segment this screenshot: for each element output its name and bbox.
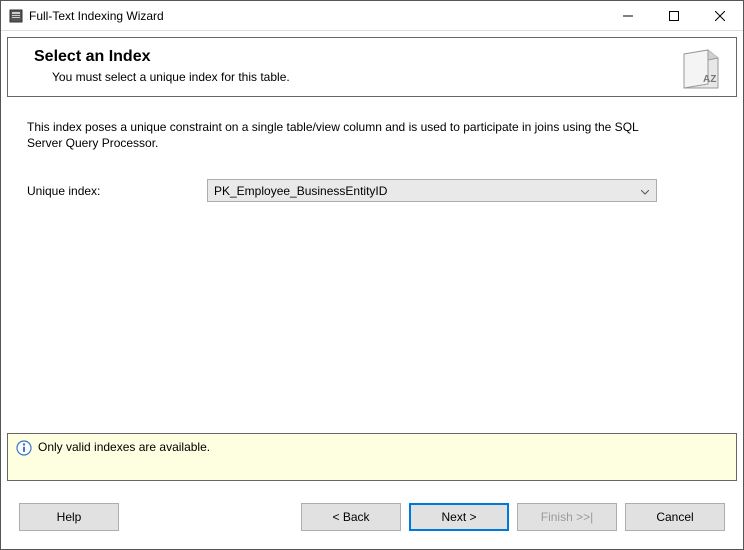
app-icon [9,9,23,23]
back-button[interactable]: < Back [301,503,401,531]
window-title: Full-Text Indexing Wizard [29,9,605,23]
titlebar: Full-Text Indexing Wizard [1,1,743,31]
unique-index-row: Unique index: PK_Employee_BusinessEntity… [27,179,721,202]
description-text: This index poses a unique constraint on … [27,119,667,151]
wizard-header-icon: AZ [680,48,722,90]
page-title: Select an Index [34,48,290,66]
page-subtitle: You must select a unique index for this … [52,70,290,84]
finish-button[interactable]: Finish >>| [517,503,617,531]
unique-index-value: PK_Employee_BusinessEntityID [214,184,387,198]
wizard-window: Full-Text Indexing Wizard Select an Inde… [0,0,744,550]
window-controls [605,1,743,30]
help-button[interactable]: Help [19,503,119,531]
svg-text:AZ: AZ [703,74,716,85]
minimize-button[interactable] [605,1,651,30]
info-band: Only valid indexes are available. [7,433,737,481]
next-button[interactable]: Next > [409,503,509,531]
wizard-header-text: Select an Index You must select a unique… [22,48,290,84]
cancel-button[interactable]: Cancel [625,503,725,531]
maximize-button[interactable] [651,1,697,30]
wizard-footer: Help < Back Next > Finish >>| Cancel [1,493,743,549]
wizard-body: This index poses a unique constraint on … [1,103,743,433]
unique-index-dropdown[interactable]: PK_Employee_BusinessEntityID [207,179,657,202]
info-message: Only valid indexes are available. [38,440,210,454]
unique-index-label: Unique index: [27,184,207,198]
close-button[interactable] [697,1,743,30]
info-icon [16,440,32,456]
wizard-header: Select an Index You must select a unique… [7,37,737,97]
unique-index-select[interactable]: PK_Employee_BusinessEntityID [207,179,657,202]
